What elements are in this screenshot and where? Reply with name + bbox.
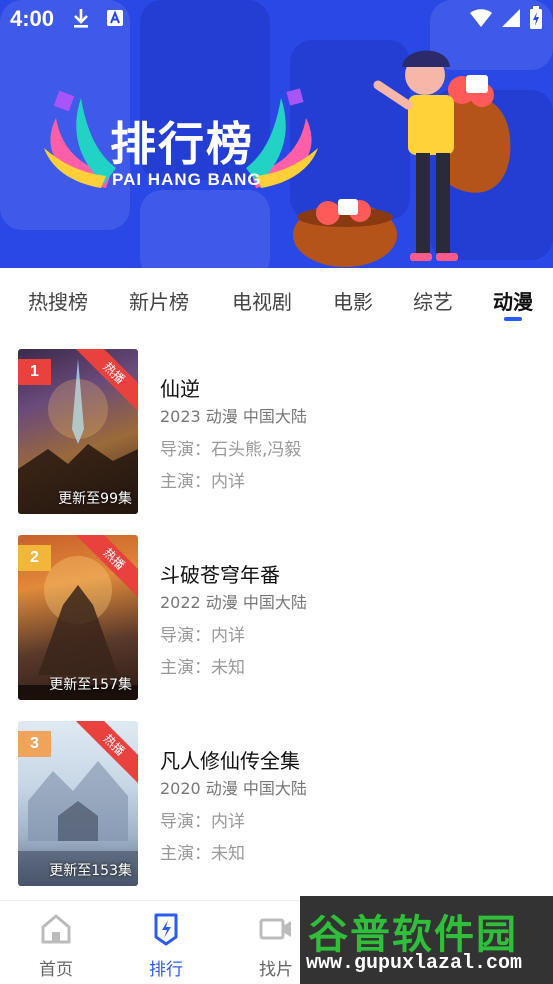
status-icons (469, 6, 543, 30)
item-cast: 主演：未知 (160, 658, 245, 678)
banner-subtitle: PAI HANG BANG (112, 170, 262, 189)
list-item[interactable]: 3 热播 更新至153集 凡人修仙传全集 2020 动漫 中国大陆 导演：内详 … (0, 721, 553, 887)
item-title: 斗破苍穹年番 (160, 563, 280, 587)
item-title: 凡人修仙传全集 (160, 749, 300, 773)
item-meta: 2022 动漫 中国大陆 (160, 593, 307, 612)
episode-update: 更新至153集 (49, 863, 132, 879)
watermark: 谷普软件园 www.gupuxlazal.com (300, 896, 553, 984)
tab-hot-search[interactable]: 热搜榜 (28, 286, 88, 315)
episode-update: 更新至99集 (58, 491, 132, 507)
character-illustration (293, 50, 511, 267)
episode-update: 更新至157集 (49, 677, 132, 693)
poster-image: 1 热播 更新至99集 (18, 349, 138, 514)
battery-icon (530, 6, 542, 29)
home-icon (41, 914, 71, 944)
banner-title: 排行榜 (110, 117, 254, 171)
item-meta: 2023 动漫 中国大陆 (160, 407, 307, 426)
ranking-banner: 排行榜 PAI HANG BANG 4:00 (0, 0, 553, 268)
item-title: 仙逆 (160, 377, 200, 401)
poster-image: 2 热播 更新至157集 (18, 535, 138, 700)
watermark-url: www.gupuxlazal.com (306, 952, 523, 975)
nav-ranking[interactable]: 排行 (126, 901, 206, 984)
status-time: 4:00 (10, 6, 55, 31)
item-meta: 2020 动漫 中国大陆 (160, 779, 307, 798)
item-cast: 主演：未知 (160, 844, 245, 864)
tab-new-releases[interactable]: 新片榜 (129, 286, 189, 315)
ranking-icon (154, 913, 178, 946)
item-director: 导演：内详 (160, 812, 245, 832)
rank-badge: 1 (18, 359, 51, 385)
status-bar: 4:00 (0, 0, 553, 38)
nav-ranking-label: 排行 (149, 960, 183, 980)
nav-home[interactable]: 首页 (16, 901, 96, 984)
item-director: 导演：石头熊,冯毅 (160, 440, 302, 460)
poster-image: 3 热播 更新至153集 (18, 721, 138, 886)
tab-movies[interactable]: 电影 (333, 286, 373, 315)
rank-badge: 2 (18, 545, 51, 571)
list-item[interactable]: 2 热播 更新至157集 斗破苍穹年番 2022 动漫 中国大陆 导演：内详 主… (0, 535, 553, 701)
item-director: 导演：内详 (160, 626, 245, 646)
wifi-icon (470, 9, 492, 27)
video-icon (259, 918, 291, 940)
nav-home-label: 首页 (39, 960, 73, 980)
tab-indicator (504, 317, 522, 321)
notification-a-icon (107, 10, 123, 26)
category-tabs: 热搜榜 新片榜 电视剧 电影 综艺 动漫 (0, 278, 553, 328)
tab-tv-series[interactable]: 电视剧 (232, 286, 292, 315)
rank-badge: 3 (18, 731, 51, 757)
download-icon (74, 9, 88, 28)
item-cast: 主演：内详 (160, 472, 245, 492)
tab-variety[interactable]: 综艺 (413, 286, 453, 315)
signal-icon (502, 9, 520, 27)
tab-anime[interactable]: 动漫 (493, 286, 533, 315)
list-item[interactable]: 1 热播 更新至99集 仙逆 2023 动漫 中国大陆 导演：石头熊,冯毅 主演… (0, 349, 553, 515)
